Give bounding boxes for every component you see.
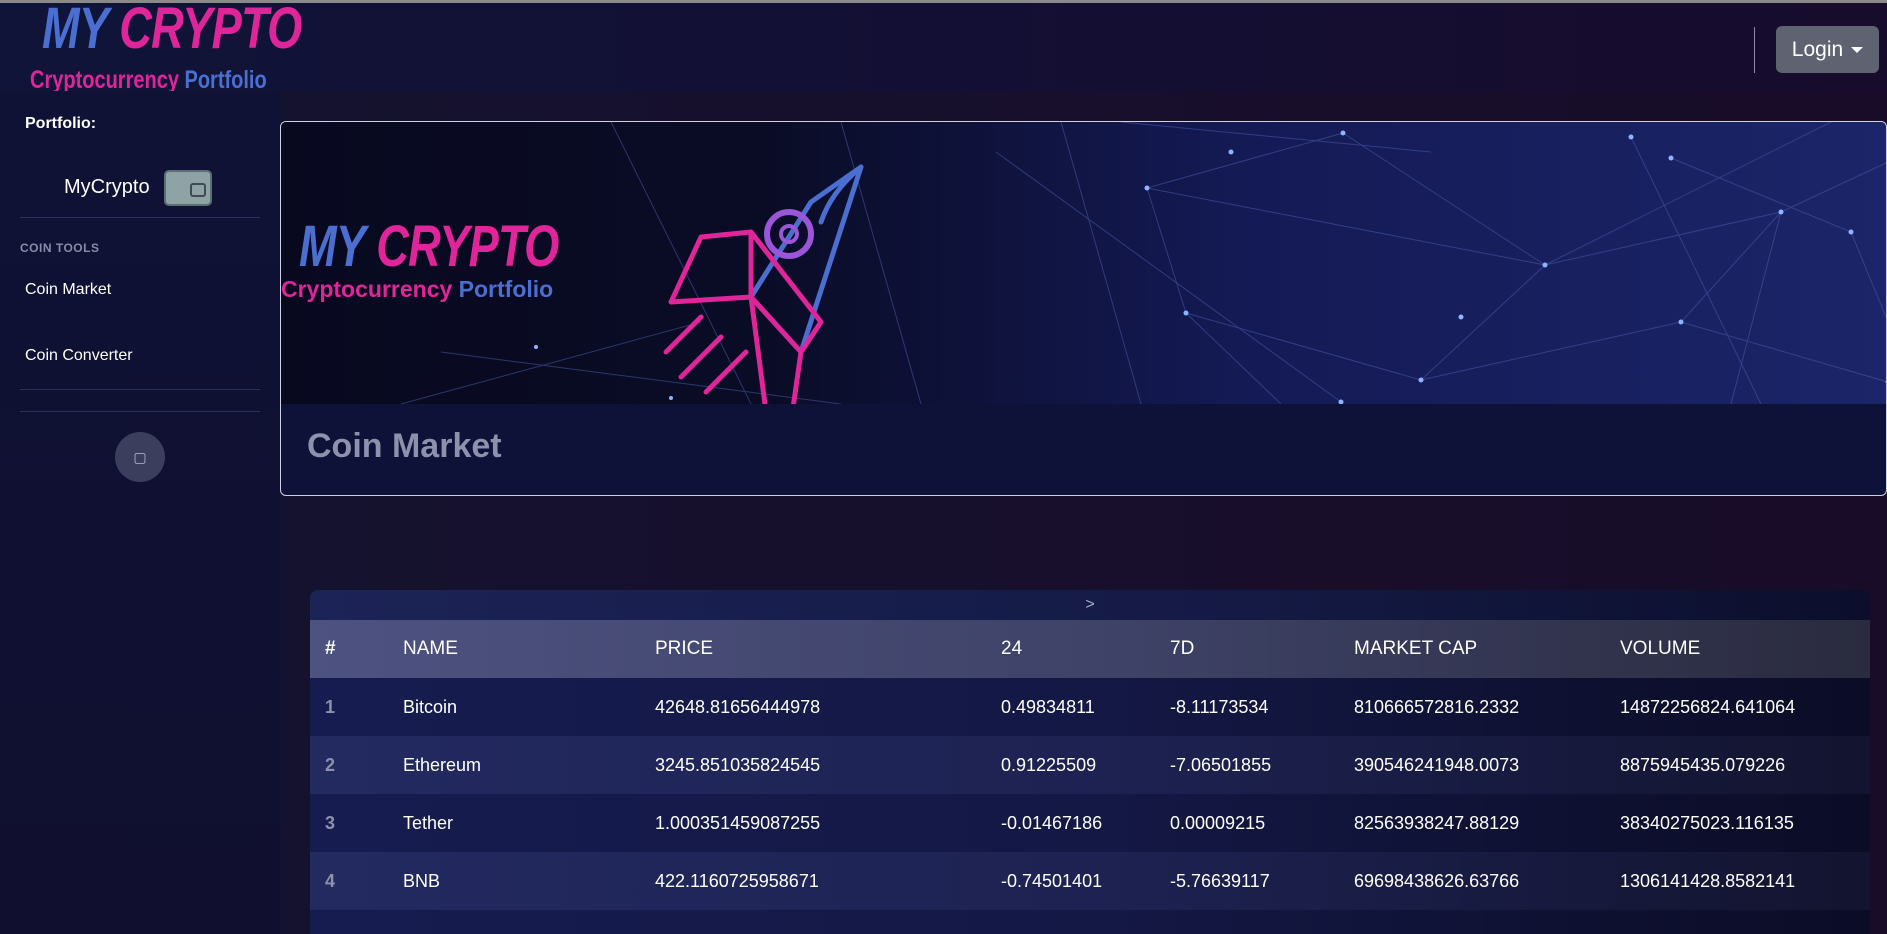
cell-market-cap: 82563938247.88129 <box>1354 812 1520 833</box>
banner-logo-word-crypto: CRYPTO <box>376 214 559 279</box>
cell-7d: -7.06501855 <box>1170 754 1272 775</box>
column-header-24h[interactable]: 24 <box>1001 620 1170 678</box>
table-row-partial[interactable] <box>310 910 1870 934</box>
cell-rank: 4 <box>325 870 336 891</box>
cell-volume: 1306141428.8582141 <box>1620 870 1796 891</box>
cell-price: 1.000351459087255 <box>655 812 821 833</box>
cell-24h: -0.74501401 <box>1001 870 1103 891</box>
sidebar-toggle-button[interactable]: ▢ <box>115 432 165 482</box>
cell-name: Ethereum <box>403 754 482 775</box>
portfolio-name-link[interactable]: MyCrypto <box>64 176 150 199</box>
cell-volume: 14872256824.641064 <box>1620 696 1796 717</box>
cell-7d: 0.00009215 <box>1170 812 1266 833</box>
cell-price: 422.1160725958671 <box>655 870 819 891</box>
cell-volume: 38340275023.116135 <box>1620 812 1794 833</box>
cell-volume: 8875945435.079226 <box>1620 754 1786 775</box>
table-row[interactable]: 2 Ethereum 3245.851035824545 0.91225509 … <box>310 736 1870 794</box>
portfolio-label: Portfolio: <box>25 115 97 132</box>
coin-market-table: # NAME PRICE 24 7D MARKET CAP VOLUME 1 B… <box>310 620 1870 934</box>
cell-name: BNB <box>403 870 441 891</box>
sidebar-item-coin-converter[interactable]: Coin Converter <box>25 347 133 365</box>
cell-7d: -8.11173534 <box>1170 696 1269 717</box>
logo-word-cryptocurrency: Cryptocurrency <box>30 66 179 94</box>
navbar-divider <box>1754 27 1755 73</box>
table-row[interactable]: 1 Bitcoin 42648.81656444978 0.49834811 -… <box>310 678 1870 736</box>
page-title: Coin Market <box>307 427 502 465</box>
wallet-icon[interactable] <box>164 170 212 206</box>
sidebar: Portfolio: MyCrypto COIN TOOLS Coin Mark… <box>0 91 280 934</box>
cell-rank: 1 <box>325 696 336 717</box>
cell-rank: 3 <box>325 812 336 833</box>
caret-down-icon <box>1851 46 1864 53</box>
column-header-volume[interactable]: VOLUME <box>1620 620 1870 678</box>
brand-logo[interactable]: MY CRYPTO Cryptocurrency Portfolio <box>28 0 302 95</box>
cell-market-cap: 810666572816.2332 <box>1354 696 1520 717</box>
cell-rank: 2 <box>325 754 336 775</box>
cell-24h: 0.49834811 <box>1001 696 1095 717</box>
logo-word-my: MY <box>42 0 108 61</box>
cell-price: 42648.81656444978 <box>655 696 821 717</box>
cell-price: 3245.851035824545 <box>655 754 821 775</box>
cell-24h: 0.91225509 <box>1001 754 1097 775</box>
sidebar-divider <box>20 389 260 390</box>
column-header-7d[interactable]: 7D <box>1170 620 1354 678</box>
banner-logo-word-portfolio: Portfolio <box>458 276 554 302</box>
cell-name: Bitcoin <box>403 696 458 717</box>
cell-market-cap: 390546241948.0073 <box>1354 754 1520 775</box>
login-label: Login <box>1791 37 1844 61</box>
login-dropdown-button[interactable]: Login <box>1776 26 1879 73</box>
table-row[interactable]: 4 BNB 422.1160725958671 -0.74501401 -5.7… <box>310 852 1870 910</box>
scroll-hint[interactable]: > <box>310 590 1870 620</box>
banner-logo-word-my: MY <box>299 214 365 279</box>
coin-market-table-container: > # NAME PRICE 24 7D MARKET CAP VOLUME 1… <box>310 590 1870 934</box>
logo-word-crypto: CRYPTO <box>119 0 302 61</box>
cell-market-cap: 69698438626.63766 <box>1354 870 1520 891</box>
sidebar-divider <box>20 411 260 412</box>
table-header-row: # NAME PRICE 24 7D MARKET CAP VOLUME <box>310 620 1870 678</box>
banner-logo: MY CRYPTO Cryptocurrency Portfolio <box>281 218 601 308</box>
sidebar-divider <box>20 217 260 218</box>
toggle-icon: ▢ <box>133 448 147 465</box>
column-header-market-cap[interactable]: MARKET CAP <box>1354 620 1620 678</box>
logo-word-portfolio: Portfolio <box>184 66 267 94</box>
cell-24h: -0.01467186 <box>1001 812 1103 833</box>
sidebar-heading-coin-tools: COIN TOOLS <box>20 241 100 255</box>
banner-logo-word-cryptocurrency: Cryptocurrency <box>281 276 453 302</box>
cell-7d: -5.76639117 <box>1170 870 1270 891</box>
column-header-rank[interactable]: # <box>310 620 403 678</box>
top-navbar: MY CRYPTO Cryptocurrency Portfolio Login <box>0 0 1887 93</box>
banner-image: MY CRYPTO Cryptocurrency Portfolio <box>281 122 1886 404</box>
sidebar-item-coin-market[interactable]: Coin Market <box>25 281 111 299</box>
column-header-name[interactable]: NAME <box>403 620 655 678</box>
header-card: MY CRYPTO Cryptocurrency Portfolio Coin … <box>280 121 1887 496</box>
cell-name: Tether <box>403 812 454 833</box>
table-row[interactable]: 3 Tether 1.000351459087255 -0.01467186 0… <box>310 794 1870 852</box>
column-header-price[interactable]: PRICE <box>655 620 1001 678</box>
